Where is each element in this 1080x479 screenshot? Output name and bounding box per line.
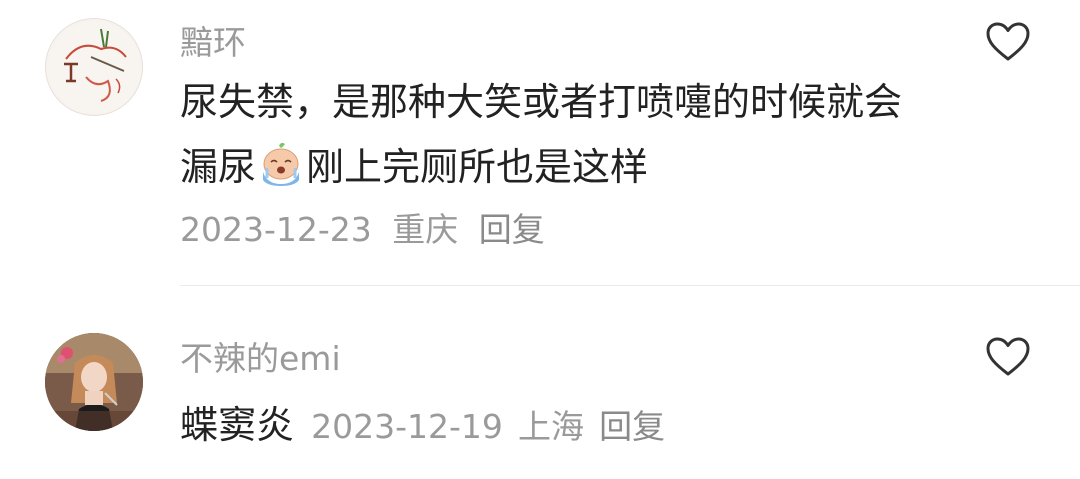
- avatar-drawing-icon: [49, 22, 141, 114]
- comment-text-segment: 刚上完厕所也是这样: [306, 145, 649, 189]
- comment-item: 不辣的emi 蝶窦炎 2023-12-19 上海 回复: [0, 300, 1080, 479]
- reply-button[interactable]: 回复: [599, 407, 665, 446]
- comment-meta: 蝶窦炎 2023-12-19 上海 回复: [180, 394, 675, 449]
- username[interactable]: 黯环: [180, 16, 246, 64]
- comment-date: 2023-12-23: [180, 210, 372, 249]
- username[interactable]: 不辣的emi: [180, 332, 341, 380]
- avatar[interactable]: [45, 18, 143, 116]
- comment-date: 2023-12-19: [311, 407, 503, 446]
- comment-text-segment: 漏尿: [180, 145, 257, 189]
- avatar-photo-icon: [45, 333, 143, 431]
- divider: [180, 285, 1080, 286]
- comment-meta: 2023-12-23 重庆 回复: [180, 203, 555, 251]
- avatar[interactable]: [45, 333, 143, 431]
- like-button[interactable]: [985, 21, 1031, 63]
- heart-icon: [986, 22, 1030, 61]
- comment-text: 尿失禁，是那种大笑或者打喷嚏的时候就会 漏尿 刚上完厕所也是这样: [180, 70, 902, 200]
- comment-location: 重庆: [392, 210, 459, 249]
- crying-face-emoji-icon: [257, 140, 305, 188]
- comment-text: 蝶窦炎: [180, 403, 295, 447]
- comment-location: 上海: [517, 407, 584, 446]
- comment-text-line: 尿失禁，是那种大笑或者打喷嚏的时候就会: [180, 80, 903, 124]
- comment-text-line: 漏尿 刚上完厕所也是这样: [180, 135, 902, 200]
- comment-item: 黯环 尿失禁，是那种大笑或者打喷嚏的时候就会 漏尿 刚上完厕所也是这样 2023…: [0, 0, 1080, 285]
- like-button[interactable]: [985, 336, 1031, 378]
- reply-button[interactable]: 回复: [479, 210, 545, 249]
- heart-icon: [986, 337, 1030, 376]
